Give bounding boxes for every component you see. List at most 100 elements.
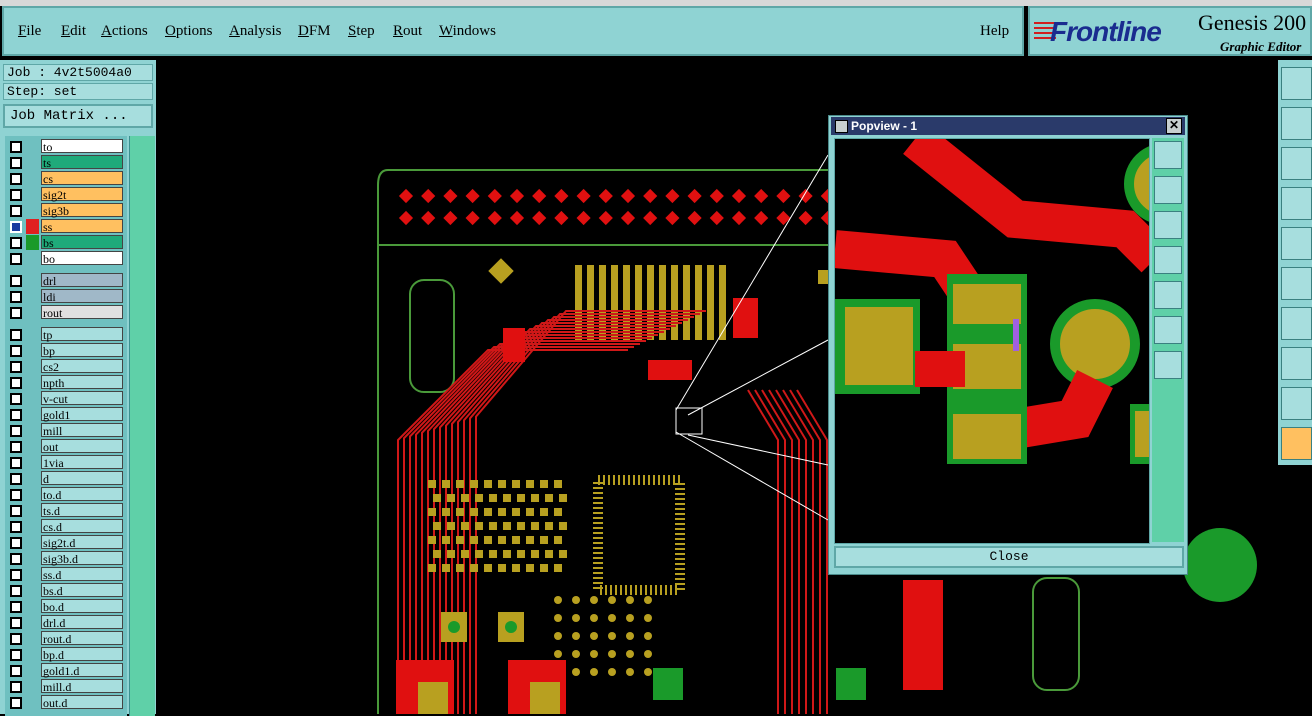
settings-icon[interactable] (1281, 187, 1312, 220)
layer-row[interactable]: gold1 (5, 407, 127, 422)
menu-analysis[interactable]: Analysis (229, 23, 282, 40)
layer-checkbox[interactable] (10, 521, 22, 533)
snap-icon[interactable] (1281, 347, 1312, 380)
layer-row[interactable]: bs (5, 235, 127, 250)
menu-actions[interactable]: Actions (101, 23, 148, 40)
layer-row[interactable]: out (5, 439, 127, 454)
close-icon[interactable]: ✕ (1166, 118, 1182, 134)
layer-checkbox[interactable] (10, 425, 22, 437)
net-icon[interactable] (1281, 267, 1312, 300)
layer-row[interactable]: npth (5, 375, 127, 390)
layer-row[interactable]: bo (5, 251, 127, 266)
layer-checkbox[interactable] (10, 409, 22, 421)
layer-row[interactable]: bp (5, 343, 127, 358)
layer-checkbox[interactable] (10, 569, 22, 581)
layer-checkbox[interactable] (10, 361, 22, 373)
layer-checkbox[interactable] (10, 253, 22, 265)
layer-checkbox[interactable] (10, 157, 22, 169)
layer-row[interactable]: d (5, 471, 127, 486)
layer-checkbox[interactable] (10, 649, 22, 661)
layer-row[interactable]: sig3b (5, 203, 127, 218)
zoom-out-icon[interactable] (1154, 351, 1182, 379)
layer-checkbox[interactable] (10, 553, 22, 565)
measure-icon[interactable] (1281, 307, 1312, 340)
layer-row[interactable]: to.d (5, 487, 127, 502)
layer-row[interactable]: gold1.d (5, 663, 127, 678)
menu-dfm[interactable]: DFM (298, 23, 331, 40)
layer-row[interactable]: bp.d (5, 647, 127, 662)
popview-zoom-view[interactable] (834, 138, 1150, 544)
layer-checkbox[interactable] (10, 221, 22, 233)
menu-options[interactable]: Options (165, 23, 213, 40)
pan-up-icon[interactable] (1154, 176, 1182, 204)
layer-checkbox[interactable] (10, 601, 22, 613)
menu-windows[interactable]: Windows (439, 23, 496, 40)
menu-help[interactable]: Help (980, 23, 1009, 40)
layer-row[interactable]: sig2t.d (5, 535, 127, 550)
layer-row[interactable]: v-cut (5, 391, 127, 406)
layer-row[interactable]: mill.d (5, 679, 127, 694)
layer-row[interactable]: bo.d (5, 599, 127, 614)
layer-row[interactable]: drl (5, 273, 127, 288)
layer-row[interactable]: ss.d (5, 567, 127, 582)
layer-row[interactable]: sig2t (5, 187, 127, 202)
pan-right-icon[interactable] (1154, 281, 1182, 309)
layer-checkbox[interactable] (10, 585, 22, 597)
layer-checkbox[interactable] (10, 291, 22, 303)
layer-row[interactable]: ts (5, 155, 127, 170)
layer-checkbox[interactable] (10, 633, 22, 645)
menu-rout[interactable]: Rout (393, 23, 422, 40)
menu-file[interactable]: File (18, 23, 41, 40)
feature-select-icon[interactable] (1281, 227, 1312, 260)
layer-row[interactable]: 1via (5, 455, 127, 470)
layer-checkbox[interactable] (10, 189, 22, 201)
window-menu-icon[interactable] (835, 120, 848, 133)
layer-checkbox[interactable] (10, 345, 22, 357)
layer-checkbox[interactable] (10, 307, 22, 319)
layer-checkbox[interactable] (10, 275, 22, 287)
layer-left-icon[interactable] (1281, 107, 1312, 140)
layer-row[interactable]: ldi (5, 289, 127, 304)
layer-checkbox[interactable] (10, 697, 22, 709)
layer-checkbox[interactable] (10, 141, 22, 153)
drc-icon[interactable] (1281, 387, 1312, 420)
layer-checkbox[interactable] (10, 681, 22, 693)
layer-row[interactable]: bs.d (5, 583, 127, 598)
layer-checkbox[interactable] (10, 329, 22, 341)
menu-edit[interactable]: Edit (61, 23, 86, 40)
layer-up-icon[interactable] (1281, 67, 1312, 100)
job-matrix-button[interactable]: Job Matrix ... (3, 104, 153, 128)
layer-checkbox[interactable] (10, 441, 22, 453)
layer-checkbox[interactable] (10, 537, 22, 549)
layer-row[interactable]: tp (5, 327, 127, 342)
layer-checkbox[interactable] (10, 665, 22, 677)
layer-row[interactable]: sig3b.d (5, 551, 127, 566)
layer-row[interactable]: ts.d (5, 503, 127, 518)
zoom-in-icon[interactable] (1154, 316, 1182, 344)
layer-row[interactable]: mill (5, 423, 127, 438)
layer-row[interactable]: drl.d (5, 615, 127, 630)
popview-titlebar[interactable]: Popview - 1 ✕ (831, 117, 1185, 135)
zoom-fit-icon[interactable] (1281, 147, 1312, 180)
layer-row[interactable]: rout.d (5, 631, 127, 646)
pointer-icon[interactable] (1281, 427, 1312, 460)
layer-checkbox[interactable] (10, 173, 22, 185)
layer-checkbox[interactable] (10, 205, 22, 217)
layer-checkbox[interactable] (10, 457, 22, 469)
layer-checkbox[interactable] (10, 473, 22, 485)
zoom-home-icon[interactable] (1154, 141, 1182, 169)
layer-row[interactable]: cs (5, 171, 127, 186)
pan-left-icon[interactable] (1154, 246, 1182, 274)
layer-checkbox[interactable] (10, 505, 22, 517)
layer-row[interactable]: cs.d (5, 519, 127, 534)
layer-checkbox[interactable] (10, 617, 22, 629)
popview-close-button[interactable]: Close (834, 546, 1184, 568)
layer-list-scrollbar[interactable] (129, 136, 155, 716)
layer-row[interactable]: to (5, 139, 127, 154)
pan-down-icon[interactable] (1154, 211, 1182, 239)
layer-checkbox[interactable] (10, 393, 22, 405)
layer-row[interactable]: out.d (5, 695, 127, 710)
layer-checkbox[interactable] (10, 489, 22, 501)
layer-row[interactable]: cs2 (5, 359, 127, 374)
layer-checkbox[interactable] (10, 237, 22, 249)
